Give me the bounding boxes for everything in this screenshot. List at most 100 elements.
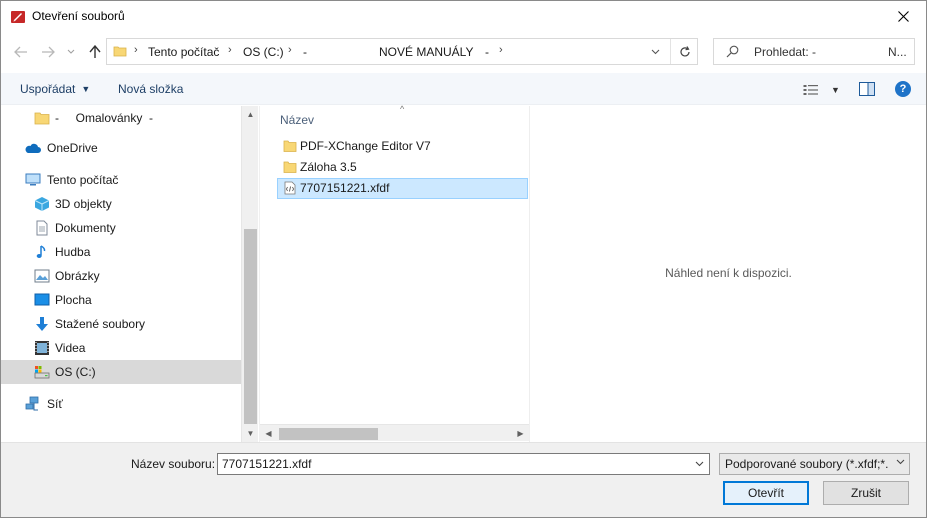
nav-item-network[interactable]: Síť	[1, 392, 241, 416]
chevron-down-icon	[695, 461, 703, 467]
arrow-left-icon	[14, 46, 27, 58]
nav-item-label: Síť	[47, 397, 63, 411]
recent-locations-button[interactable]	[61, 43, 81, 61]
breadcrumb-separator[interactable]: ›	[134, 44, 138, 56]
file-name: 7707151221.xfdf	[300, 181, 390, 195]
nav-item-documents[interactable]: Dokumenty	[1, 216, 241, 240]
cancel-button[interactable]: Zrušit	[823, 481, 909, 505]
file-row-pdf-xchange[interactable]: PDF-XChange Editor V7	[277, 136, 528, 157]
organize-label: Uspořádat	[20, 82, 76, 96]
video-icon	[35, 341, 49, 355]
organize-button[interactable]: Uspořádat ▼	[20, 82, 90, 96]
search-icon	[726, 45, 739, 58]
file-list-horizontal-scrollbar[interactable]: ◀ ▶	[260, 424, 529, 441]
refresh-icon	[679, 45, 690, 56]
nav-item-label: Hudba	[55, 245, 91, 259]
nav-item-3d-objects[interactable]: 3D objekty	[1, 192, 241, 216]
nav-item-onedrive[interactable]: OneDrive	[1, 136, 241, 160]
chevron-down-icon	[651, 49, 659, 54]
filename-history-dropdown[interactable]	[689, 454, 709, 474]
open-file-dialog: Otevření souborů › Tento počítač › OS (C…	[0, 0, 927, 518]
nav-item-drive-c[interactable]: OS (C:)	[1, 360, 241, 384]
search-input[interactable]: Prohledat: - N...	[713, 38, 915, 65]
address-bar[interactable]: › Tento počítač › OS (C:) › - NOVÉ MANUÁ…	[106, 38, 698, 65]
scroll-down-icon[interactable]: ▼	[242, 425, 259, 442]
nav-item-omalovanky[interactable]: - Omalovánky -	[1, 106, 241, 130]
cube-icon	[34, 197, 50, 211]
preview-pane-icon[interactable]	[859, 82, 875, 96]
arrow-up-icon	[89, 45, 101, 58]
scrollbar-thumb[interactable]	[244, 229, 257, 424]
breadcrumb-manuals[interactable]: NOVÉ MANUÁLY	[379, 45, 473, 59]
nav-item-label: Dokumenty	[55, 221, 116, 235]
nav-item-music[interactable]: Hudba	[1, 240, 241, 264]
nav-item-downloads[interactable]: Stažené soubory	[1, 312, 241, 336]
breadcrumb-separator[interactable]: ›	[288, 44, 292, 56]
nav-item-videos[interactable]: Videa	[1, 336, 241, 360]
back-button[interactable]	[11, 43, 31, 61]
computer-icon	[25, 173, 41, 186]
search-placeholder-tail: N...	[888, 45, 907, 59]
search-placeholder: Prohledat: -	[754, 45, 817, 59]
scroll-right-icon[interactable]: ▶	[512, 425, 529, 442]
document-icon	[36, 220, 48, 236]
breadcrumb-folder[interactable]: -	[303, 45, 307, 59]
file-row-xfdf[interactable]: 7707151221.xfdf	[277, 178, 528, 199]
dialog-footer: Název souboru: 7707151221.xfdf Podporova…	[1, 442, 926, 517]
breadcrumb-drive[interactable]: OS (C:)	[243, 45, 284, 59]
command-bar: Uspořádat ▼ Nová složka ▼ ?	[1, 73, 926, 105]
view-options-button[interactable]: ▼	[803, 81, 841, 99]
nav-item-label: - Omalovánky -	[55, 111, 154, 125]
file-list: ^ Název PDF-XChange Editor V7 Záloha 3.5…	[259, 104, 529, 442]
refresh-button[interactable]	[670, 39, 698, 64]
caret-down-icon: ▼	[81, 84, 91, 94]
nav-vertical-scrollbar[interactable]: ▲ ▼	[241, 106, 258, 442]
nav-item-label: Tento počítač	[47, 173, 119, 187]
nav-item-desktop[interactable]: Plocha	[1, 288, 241, 312]
close-button[interactable]	[880, 1, 926, 32]
caret-down-icon: ▼	[831, 85, 840, 95]
image-icon	[34, 269, 50, 283]
xfdf-file-icon	[284, 181, 296, 195]
scroll-left-icon[interactable]: ◀	[260, 425, 277, 442]
up-button[interactable]	[85, 43, 105, 61]
desktop-icon	[34, 293, 50, 306]
sort-ascending-icon: ^	[400, 104, 405, 114]
scroll-up-icon[interactable]: ▲	[242, 106, 259, 123]
file-row-zaloha[interactable]: Záloha 3.5	[277, 157, 528, 178]
pdf-xchange-app-icon	[11, 11, 25, 23]
cloud-icon	[25, 143, 41, 153]
nav-item-pictures[interactable]: Obrázky	[1, 264, 241, 288]
folder-icon	[34, 112, 50, 125]
nav-item-label: Stažené soubory	[55, 317, 146, 331]
download-icon	[36, 317, 48, 331]
scrollbar-thumb[interactable]	[279, 428, 378, 440]
details-view-icon	[803, 85, 818, 95]
filename-field[interactable]: 7707151221.xfdf	[217, 453, 710, 475]
filetype-value: Podporované soubory (*.xfdf;*.	[725, 457, 889, 471]
chevron-down-icon	[896, 459, 905, 465]
breadcrumb-separator[interactable]: ›	[499, 44, 503, 56]
network-icon	[25, 396, 39, 411]
nav-item-label: Obrázky	[55, 269, 100, 283]
help-icon[interactable]: ?	[895, 81, 911, 97]
address-history-dropdown[interactable]	[640, 39, 670, 64]
breadcrumb-subfolder[interactable]: -	[485, 45, 489, 59]
column-header-name[interactable]: Název	[280, 113, 314, 127]
new-folder-button[interactable]: Nová složka	[118, 82, 183, 96]
open-button[interactable]: Otevřít	[723, 481, 809, 505]
breadcrumb-separator[interactable]: ›	[228, 44, 232, 56]
folder-icon	[113, 46, 127, 57]
nav-item-label: OneDrive	[47, 141, 98, 155]
file-name: Záloha 3.5	[300, 160, 357, 174]
close-icon	[897, 11, 909, 22]
filetype-select[interactable]: Podporované soubory (*.xfdf;*.	[719, 453, 910, 475]
breadcrumb-this-pc[interactable]: Tento počítač	[148, 45, 219, 59]
chevron-down-icon	[67, 49, 75, 54]
arrow-right-icon	[42, 46, 55, 58]
nav-item-this-pc[interactable]: Tento počítač	[1, 168, 241, 192]
forward-button[interactable]	[38, 43, 58, 61]
title-bar: Otevření souborů	[1, 1, 926, 33]
nav-item-label: OS (C:)	[55, 365, 96, 379]
window-title: Otevření souborů	[32, 9, 125, 23]
